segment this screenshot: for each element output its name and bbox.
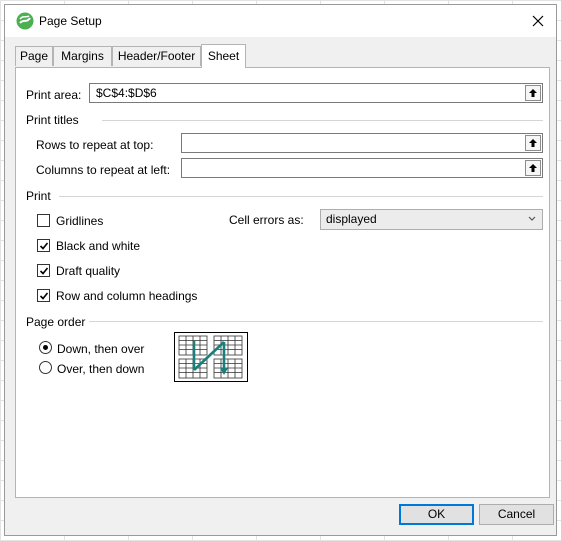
checkmark-icon xyxy=(39,242,49,250)
print-area-value: $C$4:$D$6 xyxy=(96,86,157,100)
over-then-down-radio[interactable] xyxy=(39,361,52,374)
page-order-preview-icon xyxy=(174,332,248,382)
print-divider xyxy=(59,196,543,197)
down-then-over-radio[interactable] xyxy=(39,341,52,354)
rows-repeat-collapse-button[interactable] xyxy=(525,135,541,151)
tab-header-footer[interactable]: Header/Footer xyxy=(112,46,201,66)
checkmark-icon xyxy=(39,267,49,275)
row-column-headings-checkbox[interactable] xyxy=(37,289,50,302)
close-icon xyxy=(532,15,544,27)
columns-repeat-input[interactable] xyxy=(181,158,543,178)
black-and-white-checkbox[interactable] xyxy=(37,239,50,252)
ok-button[interactable]: OK xyxy=(399,504,474,525)
print-heading: Print xyxy=(26,189,51,203)
collapse-dialog-icon xyxy=(529,164,537,172)
title-bar: Page Setup xyxy=(5,5,556,37)
page-setup-dialog: Page Setup Page Margins Header/Footer Sh… xyxy=(4,4,557,536)
print-area-collapse-button[interactable] xyxy=(525,85,541,101)
row-column-headings-label: Row and column headings xyxy=(56,289,198,303)
print-area-input[interactable]: $C$4:$D$6 xyxy=(89,83,543,103)
collapse-dialog-icon xyxy=(529,89,537,97)
gridlines-label: Gridlines xyxy=(56,214,104,228)
cancel-button[interactable]: Cancel xyxy=(479,504,554,525)
checkmark-icon xyxy=(39,292,49,300)
sheet-tab-panel: Print area: $C$4:$D$6 Print titles Rows … xyxy=(15,67,550,498)
app-logo-icon xyxy=(16,12,34,30)
gridlines-checkbox[interactable] xyxy=(37,214,50,227)
down-then-over-label: Down, then over xyxy=(57,342,145,356)
draft-quality-label: Draft quality xyxy=(56,264,121,278)
print-titles-heading: Print titles xyxy=(26,113,79,127)
tab-margins[interactable]: Margins xyxy=(53,46,112,66)
radio-selected-dot xyxy=(43,345,48,350)
rows-repeat-label: Rows to repeat at top: xyxy=(36,138,154,152)
cell-errors-label: Cell errors as: xyxy=(229,213,304,227)
print-area-label: Print area: xyxy=(26,88,82,102)
cell-errors-select[interactable]: displayed xyxy=(320,209,543,230)
tab-page[interactable]: Page xyxy=(15,46,53,66)
rows-repeat-input[interactable] xyxy=(181,133,543,153)
chevron-down-icon xyxy=(528,216,536,221)
columns-repeat-collapse-button[interactable] xyxy=(525,160,541,176)
cell-errors-value: displayed xyxy=(326,212,377,226)
tab-sheet[interactable]: Sheet xyxy=(201,44,246,68)
collapse-dialog-icon xyxy=(529,139,537,147)
page-order-divider xyxy=(89,321,543,322)
print-titles-divider xyxy=(102,120,543,121)
columns-repeat-label: Columns to repeat at left: xyxy=(36,163,171,177)
close-button[interactable] xyxy=(520,5,556,37)
dialog-title: Page Setup xyxy=(39,14,102,28)
black-and-white-label: Black and white xyxy=(56,239,141,253)
page-order-heading: Page order xyxy=(26,315,86,329)
draft-quality-checkbox[interactable] xyxy=(37,264,50,277)
over-then-down-label: Over, then down xyxy=(57,362,145,376)
